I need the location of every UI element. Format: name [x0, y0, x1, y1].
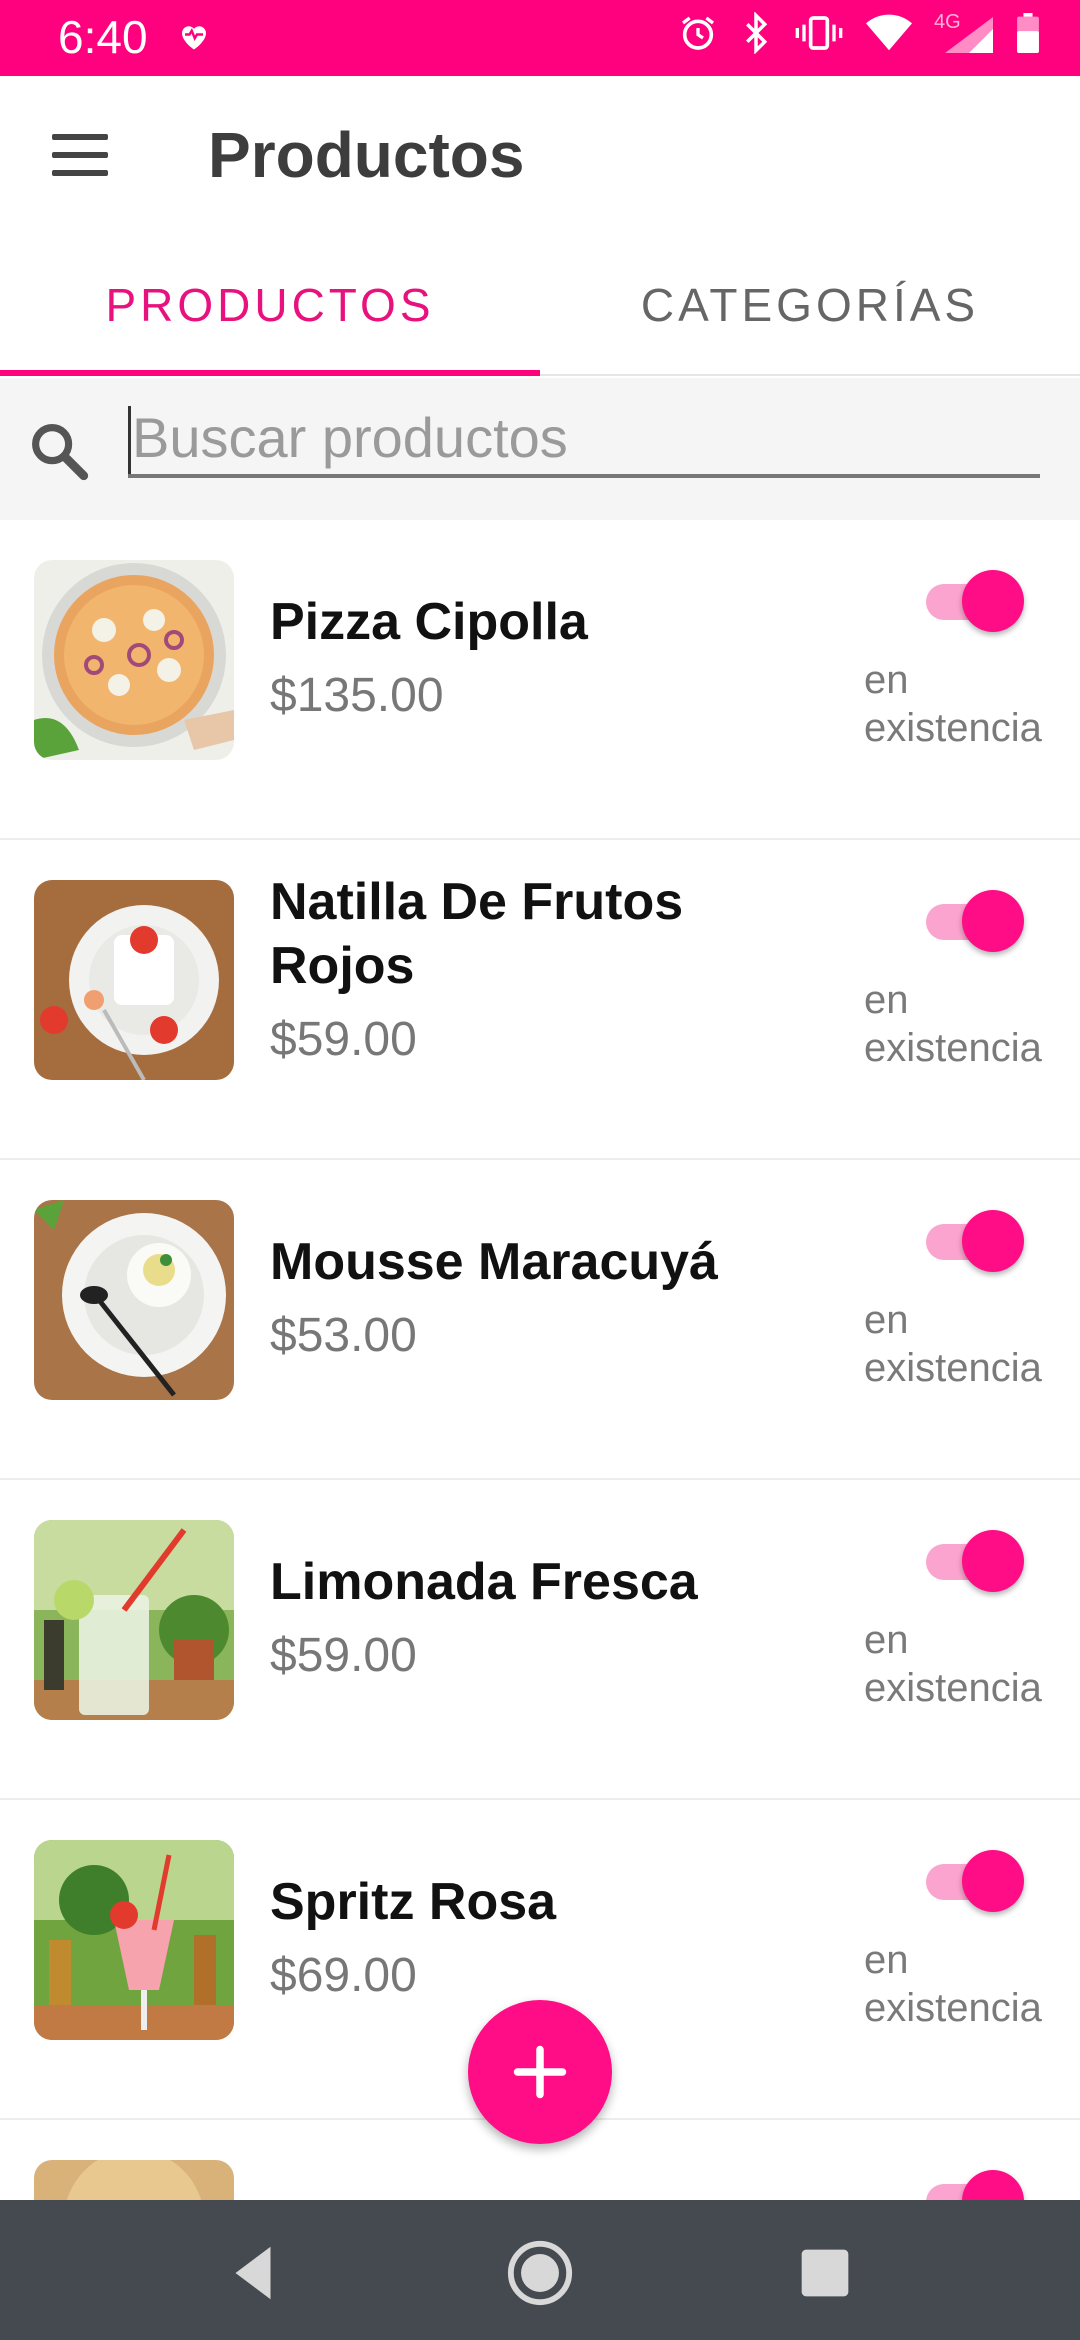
product-image: [34, 560, 234, 760]
tab-categorias[interactable]: CATEGORÍAS: [540, 234, 1080, 376]
stock-label: en existencia: [864, 978, 1042, 1070]
product-item-natilla-de-frutos-rojos[interactable]: Natilla De Frutos Rojos $59.00 en existe…: [0, 840, 1080, 1160]
product-info: Spritz Rosa $69.00: [270, 1870, 830, 2003]
product-name: Limonada Fresca: [270, 1553, 698, 1611]
search-bar: [0, 378, 1080, 520]
page-title: Productos: [208, 119, 525, 191]
stock-label: en existencia: [864, 1298, 1042, 1390]
toggle-thumb: [962, 890, 1024, 952]
recents-icon[interactable]: [790, 2238, 860, 2308]
product-price: $69.00: [270, 1949, 417, 2002]
product-image: [34, 1840, 234, 2040]
product-price: $59.00: [270, 1629, 417, 1682]
toggle-thumb: [962, 570, 1024, 632]
product-info: Natilla De Frutos Rojos $59.00: [270, 870, 830, 1067]
product-image: [34, 1200, 234, 1400]
product-name: Mousse Maracuyá: [270, 1233, 718, 1291]
search-icon: [32, 424, 89, 481]
product-image: [34, 1520, 234, 1720]
product-item-mousse-maracuya[interactable]: Mousse Maracuyá $53.00 en existencia: [0, 1160, 1080, 1480]
signal-4g-icon: 4G: [934, 11, 994, 53]
toggle-thumb: [962, 1530, 1024, 1592]
product-name: Natilla De Frutos Rojos: [270, 873, 684, 995]
product-info: Limonada Fresca $59.00: [270, 1550, 830, 1683]
status-time: 6:40: [58, 11, 148, 63]
product-image: [34, 2160, 234, 2200]
stock-toggle[interactable]: [922, 882, 1024, 952]
product-list[interactable]: Pizza Cipolla $135.00 en existencia Nati…: [0, 520, 1080, 2200]
product-price: $53.00: [270, 1309, 417, 1362]
stock-toggle[interactable]: [922, 1522, 1024, 1592]
home-icon[interactable]: [505, 2238, 575, 2308]
tab-productos[interactable]: PRODUCTOS: [0, 234, 540, 376]
search-input[interactable]: [128, 400, 1040, 478]
product-image: [34, 880, 234, 1080]
vibrate-icon: [795, 16, 843, 50]
stock-label: en existencia: [864, 658, 1042, 750]
stock-label: en existencia: [864, 1618, 1042, 1710]
product-price: $135.00: [270, 669, 444, 722]
text-caret: [128, 406, 131, 474]
product-info: Pizza Cipolla $135.00: [270, 590, 830, 723]
product-info: Mousse Maracuyá $53.00: [270, 1230, 830, 1363]
stock-toggle[interactable]: [922, 2162, 1024, 2200]
tab-indicator: [0, 370, 540, 376]
status-bar: 6:40 4G: [0, 0, 1080, 76]
stock-toggle[interactable]: [922, 1842, 1024, 1912]
product-name: Spritz Rosa: [270, 1873, 557, 1931]
toggle-thumb: [962, 1210, 1024, 1272]
status-icons: 4G: [678, 11, 1040, 54]
bluetooth-icon: [746, 12, 768, 54]
battery-icon: [1017, 13, 1039, 53]
product-name: Pizza Cipolla: [270, 593, 588, 651]
stock-label: en existencia: [864, 1938, 1042, 2030]
hamburger-menu-icon[interactable]: [44, 126, 116, 184]
plus-icon: [513, 2045, 567, 2099]
app-bar: Productos: [0, 76, 1080, 234]
toggle-thumb: [962, 2170, 1024, 2200]
toggle-thumb: [962, 1850, 1024, 1912]
system-nav-bar: [0, 2200, 1080, 2340]
wifi-icon: [866, 14, 912, 51]
tab-bar: PRODUCTOS CATEGORÍAS: [0, 234, 1080, 376]
alarm-icon: [682, 16, 714, 50]
add-product-button[interactable]: [468, 2000, 612, 2144]
stock-toggle[interactable]: [922, 1202, 1024, 1272]
product-item-pizza-cipolla[interactable]: Pizza Cipolla $135.00 en existencia: [0, 520, 1080, 840]
heart-pulse-icon: [182, 26, 206, 50]
stock-toggle[interactable]: [922, 562, 1024, 632]
product-price: $59.00: [270, 1013, 417, 1066]
product-item-limonada-fresca[interactable]: Limonada Fresca $59.00 en existencia: [0, 1480, 1080, 1800]
back-icon[interactable]: [218, 2238, 288, 2308]
